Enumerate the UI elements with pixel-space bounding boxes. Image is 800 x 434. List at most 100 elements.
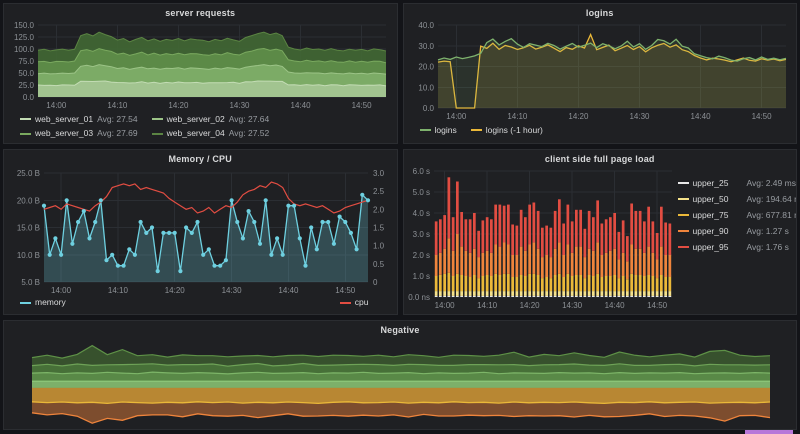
legend-item[interactable]: web_server_02Avg: 27.64 [152,113,270,126]
svg-text:14:00: 14:00 [446,112,467,121]
legend-item[interactable]: upper_90Avg: 1.27 s [678,225,798,238]
svg-text:125.0: 125.0 [14,33,35,42]
legend-item[interactable]: web_server_01 Avg: 27.54 [20,113,138,126]
svg-text:2.0 s: 2.0 s [412,251,429,260]
legend-swatch-icon [678,246,689,248]
svg-text:75.0: 75.0 [18,57,34,66]
legend-series-name: web_server_04 [167,127,225,140]
dashboard-row-1: server requests 0.0 25.0 50.0 75.0 100.0 125.… [3,3,797,144]
svg-text:40.0: 40.0 [418,21,434,30]
dashboard-row-3: Negative [3,320,797,430]
svg-text:14:10: 14:10 [107,101,128,110]
legend-series-name: upper_75 [693,209,743,222]
svg-text:14:50: 14:50 [751,112,772,121]
panel-title-memory-cpu[interactable]: Memory / CPU [4,150,397,165]
svg-text:1.5: 1.5 [373,224,385,233]
legend-series-avg: Avg: 27.54 [97,113,138,126]
legend-series-avg: Avg: 27.52 [229,127,270,140]
next-panel-edge-strip[interactable] [745,430,793,434]
svg-text:0: 0 [373,278,378,287]
memory-cpu-chart[interactable]: 5.0 B10.0 B15.0 B20.0 B25.0 B14:0014:101… [4,165,394,296]
svg-text:0.0 ns: 0.0 ns [408,293,430,302]
svg-text:14:30: 14:30 [222,286,243,295]
legend-swatch-icon [152,133,163,135]
svg-text:14:20: 14:20 [519,301,540,310]
legend-series-avg: Avg: 1.76 s [747,241,789,254]
svg-text:150.0: 150.0 [14,21,35,30]
svg-text:14:00: 14:00 [51,286,72,295]
svg-text:14:40: 14:40 [291,101,312,110]
legend-swatch-icon [340,302,351,304]
svg-text:5.0 B: 5.0 B [21,278,40,287]
legend-swatch-icon [20,302,31,304]
legend-series-name: web_server_03 [35,127,93,140]
panel-title-logins[interactable]: logins [404,4,797,19]
svg-text:25.0: 25.0 [18,81,34,90]
panel-logins: logins 0.010.020.030.040.014:0014:1014:2… [403,3,798,144]
panel-memory-cpu: Memory / CPU 5.0 B10.0 B15.0 B20.0 B25.0… [3,149,398,315]
legend-series-name: cpu [355,296,369,309]
svg-text:3.0 s: 3.0 s [412,230,429,239]
page-load-chart[interactable]: 0.0 ns1.0 s2.0 s3.0 s4.0 s5.0 s6.0 s14:0… [404,165,676,311]
legend-series-name: web_server_01 [35,113,93,126]
legend-swatch-icon [20,118,31,120]
legend-item[interactable]: cpu [340,296,369,309]
panel-page-load: client side full page load 0.0 ns1.0 s2.… [403,149,798,315]
legend-item[interactable]: logins [420,124,457,137]
legend-series-avg: Avg: 2.49 ms [747,177,796,190]
svg-text:0.5: 0.5 [373,260,385,269]
memory-cpu-legend: memory cpu [4,296,397,311]
legend-item[interactable]: upper_25 Avg: 2.49 ms [678,177,798,190]
svg-text:14:30: 14:30 [229,101,250,110]
svg-text:6.0 s: 6.0 s [412,167,429,176]
legend-item[interactable]: web_server_04 Avg: 27.52 [152,127,270,140]
legend-swatch-icon [471,129,482,131]
svg-text:14:50: 14:50 [647,301,668,310]
legend-item[interactable]: upper_95Avg: 1.76 s [678,241,798,254]
legend-item[interactable]: upper_75Avg: 677.81 ms [678,209,798,222]
page-load-legend: upper_25 Avg: 2.49 ms upper_50Avg: 194.64 … [676,165,798,314]
legend-item[interactable]: memory [20,296,66,309]
svg-text:1.0: 1.0 [373,242,385,251]
negative-chart[interactable] [4,336,792,428]
panel-server-requests: server requests 0.0 25.0 50.0 75.0 100.0 125.… [3,3,398,144]
legend-swatch-icon [152,118,163,120]
svg-text:14:40: 14:40 [690,112,711,121]
server-requests-legend: web_server_01 Avg: 27.54 web_server_02Avg:… [4,111,397,142]
legend-series-avg: Avg: 1.27 s [747,225,789,238]
svg-text:20.0 B: 20.0 B [17,196,40,205]
svg-text:2.5: 2.5 [373,187,385,196]
server-requests-chart[interactable]: 0.0 25.0 50.0 75.0 100.0 125.0 150.0 14:00 14:10… [4,19,394,111]
svg-text:50.0: 50.0 [18,69,34,78]
logins-chart[interactable]: 0.010.020.030.040.014:0014:1014:2014:301… [404,19,794,122]
svg-text:30.0: 30.0 [418,42,434,51]
svg-text:14:40: 14:40 [604,301,625,310]
legend-series-name: upper_50 [693,193,743,206]
panel-title-negative[interactable]: Negative [4,321,796,336]
svg-text:4.0 s: 4.0 s [412,209,429,218]
svg-text:2.0: 2.0 [373,205,385,214]
panel-title-page-load[interactable]: client side full page load [404,150,797,165]
svg-text:14:30: 14:30 [629,112,650,121]
svg-text:0.0: 0.0 [23,93,35,102]
dashboard-row-2: Memory / CPU 5.0 B10.0 B15.0 B20.0 B25.0… [3,149,797,315]
svg-text:14:00: 14:00 [46,101,67,110]
legend-series-avg: Avg: 27.64 [229,113,270,126]
svg-text:15.0 B: 15.0 B [17,224,40,233]
svg-text:5.0 s: 5.0 s [412,188,429,197]
legend-item[interactable]: web_server_03Avg: 27.69 [20,127,138,140]
legend-series-name: upper_25 [693,177,743,190]
svg-text:14:20: 14:20 [568,112,589,121]
svg-text:100.0: 100.0 [14,45,35,54]
panel-title-server-requests[interactable]: server requests [4,4,397,19]
svg-text:14:10: 14:10 [477,301,498,310]
panel-negative: Negative [3,320,797,430]
logins-legend: logins logins (-1 hour) [404,122,797,139]
legend-item[interactable]: upper_50Avg: 194.64 ms [678,193,798,206]
legend-series-name: memory [35,296,66,309]
svg-text:10.0: 10.0 [418,83,434,92]
legend-series-name: logins [435,124,457,137]
legend-swatch-icon [420,129,431,131]
svg-text:25.0 B: 25.0 B [17,169,40,178]
legend-item[interactable]: logins (-1 hour) [471,124,543,137]
